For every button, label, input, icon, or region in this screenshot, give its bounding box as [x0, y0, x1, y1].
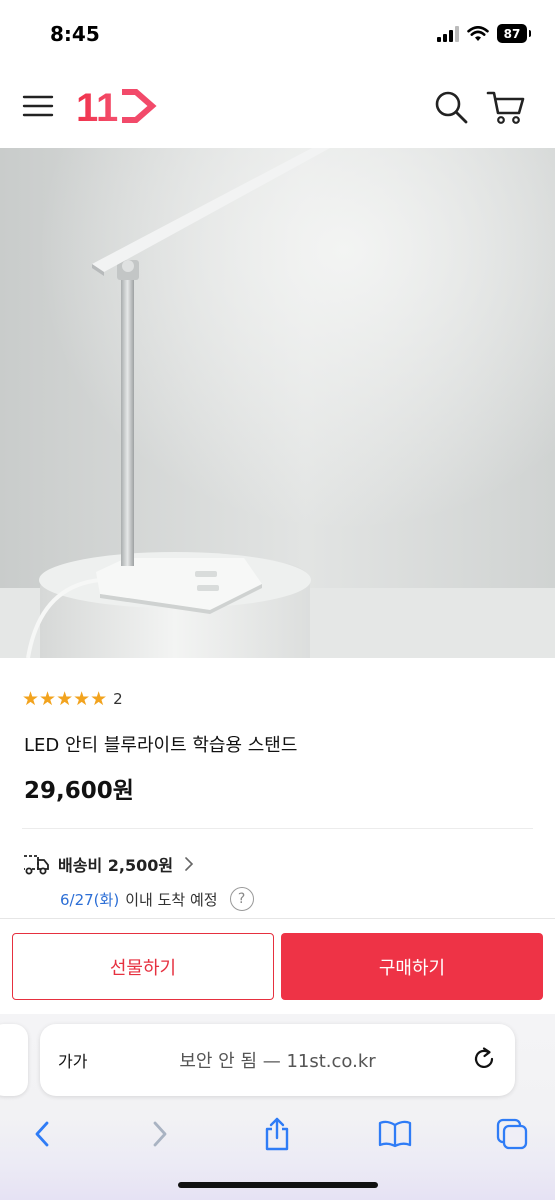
- logo[interactable]: 11: [76, 84, 158, 128]
- bookmarks-button[interactable]: [375, 1114, 415, 1154]
- status-icons: 87: [437, 24, 531, 43]
- help-icon-glyph: ?: [237, 891, 246, 907]
- tabs-button[interactable]: [492, 1114, 532, 1154]
- help-icon[interactable]: ?: [229, 887, 254, 911]
- logo-text: 11: [76, 86, 118, 128]
- truck-icon: [24, 855, 49, 875]
- browser-chrome: 가가 보안 안 됨 — 11st.co.kr: [0, 1014, 555, 1200]
- battery-icon: 87: [497, 24, 531, 43]
- chevron-right-icon: [153, 1121, 167, 1147]
- previous-tab-preview[interactable]: [0, 1024, 28, 1096]
- page: 8:45 87 11 ★★★★★ 2 LED 안티 블루라이트 학습용 스탠드 …: [0, 0, 555, 1200]
- review-count: 2: [113, 690, 123, 708]
- chevron-right-icon: [185, 857, 194, 871]
- tabs-icon: [496, 1118, 528, 1150]
- divider: [22, 828, 533, 829]
- wifi-icon: [467, 25, 489, 41]
- browser-toolbar: [0, 1102, 555, 1162]
- reload-icon[interactable]: [471, 1046, 497, 1072]
- battery-level: 87: [503, 26, 521, 41]
- home-indicator[interactable]: [178, 1182, 378, 1188]
- cart-icon[interactable]: [486, 88, 526, 126]
- buy-button[interactable]: 구매하기: [281, 933, 543, 1000]
- hamburger-icon[interactable]: [22, 90, 54, 122]
- gift-button[interactable]: 선물하기: [12, 933, 274, 1000]
- lamp-photo: [0, 148, 555, 658]
- status-time: 8:45: [50, 22, 100, 46]
- delivery-text: 이내 도착 예정: [125, 890, 218, 909]
- site-header: 11: [0, 68, 555, 148]
- delivery-date: 6/27(화): [60, 890, 120, 909]
- delivery-estimate: 6/27(화) 이내 도착 예정 ?: [60, 887, 254, 911]
- search-icon[interactable]: [432, 88, 470, 126]
- url-text[interactable]: 보안 안 됨 — 11st.co.kr: [40, 1047, 515, 1073]
- address-bar[interactable]: 가가 보안 안 됨 — 11st.co.kr: [40, 1024, 515, 1096]
- shipping-info[interactable]: 배송비 2,500원: [22, 852, 195, 876]
- purchase-action-bar: 선물하기 구매하기: [0, 918, 555, 1014]
- shipping-fee: 배송비 2,500원: [58, 856, 174, 875]
- book-icon: [378, 1120, 412, 1148]
- back-button[interactable]: [22, 1114, 62, 1154]
- forward-button[interactable]: [140, 1114, 180, 1154]
- share-button[interactable]: [257, 1114, 297, 1154]
- share-icon: [265, 1117, 289, 1151]
- rating[interactable]: ★★★★★ 2: [22, 688, 123, 710]
- signal-icon: [437, 25, 459, 42]
- product-price: 29,600원: [24, 778, 134, 804]
- status-bar: 8:45 87: [0, 0, 555, 68]
- chevron-left-icon: [35, 1121, 49, 1147]
- product-image[interactable]: [0, 148, 555, 658]
- rating-stars: ★★★★★: [22, 688, 108, 710]
- product-title: LED 안티 블루라이트 학습용 스탠드: [24, 735, 298, 756]
